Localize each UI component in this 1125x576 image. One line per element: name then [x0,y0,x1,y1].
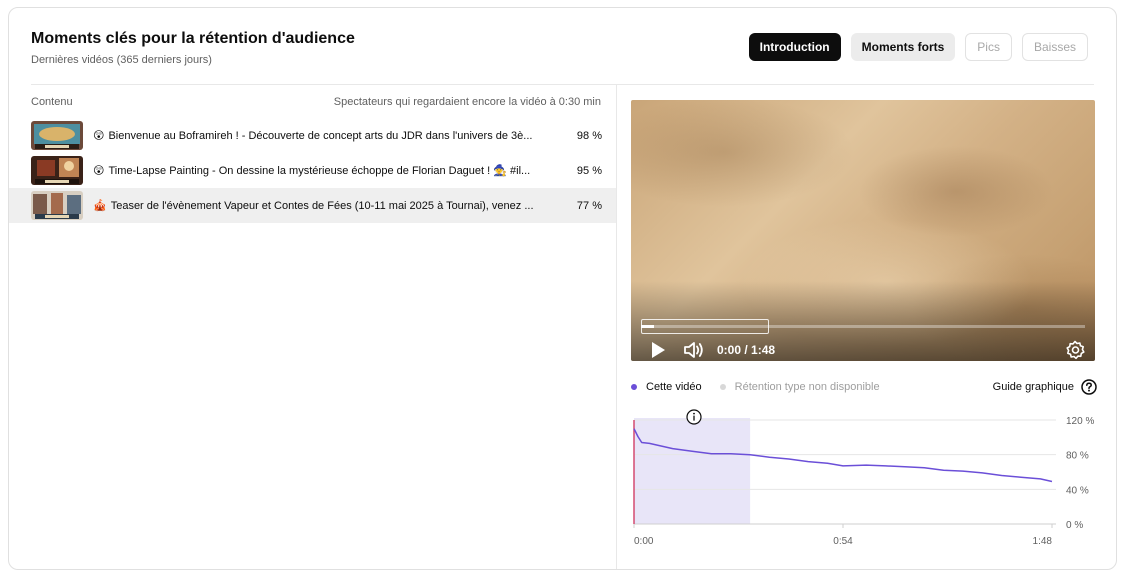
info-icon-dot [693,412,695,415]
retention-chart[interactable]: 120 % 80 % 40 % 0 % 0:00 0:54 1:48 [622,400,1102,550]
header-divider [31,84,1094,85]
play-icon[interactable] [649,341,667,359]
column-header-content: Contenu [31,96,73,108]
astonished-emoji-icon: 😲 [93,130,105,142]
video-list: 😲 Bienvenue au Boframireh ! - Découverte… [9,118,616,223]
chart-guide-link[interactable]: Guide graphique [993,379,1097,395]
video-row-selected[interactable]: 🎪 Teaser de l'évènement Vapeur et Contes… [9,188,616,223]
column-divider [616,85,617,569]
video-row[interactable]: 😲 Time-Lapse Painting - On dessine la my… [9,153,616,188]
card-title: Moments clés pour la rétention d'audienc… [31,30,355,47]
legend-label: Rétention type non disponible [734,381,880,393]
legend-dot [719,384,726,390]
list-header: Contenu Spectateurs qui regardaient enco… [31,96,601,108]
y-tick-label: 120 % [1066,416,1094,427]
retention-value: 98 % [576,129,602,142]
moment-tabs: Introduction Moments forts Pics Baisses [748,33,1088,61]
tab-pics: Pics [965,33,1012,61]
column-header-metric: Spectateurs qui regardaient encore la vi… [333,96,601,108]
chart-legend: Cette vidéo Rétention type non disponibl… [631,378,1097,396]
video-title: Teaser de l'évènement Vapeur et Contes d… [110,199,534,212]
tab-baisses: Baisses [1021,33,1088,61]
progress-hover-preview [641,319,769,334]
video-thumbnail [31,156,83,185]
retention-value: 95 % [576,164,602,177]
video-player[interactable]: 0:00 / 1:48 [631,100,1095,361]
tab-introduction[interactable]: Introduction [748,33,841,61]
video-thumbnail [31,121,83,150]
astonished-emoji-icon: 😲 [93,165,105,177]
video-thumbnail [31,191,83,220]
legend-label: Cette vidéo [646,381,702,393]
volume-icon[interactable] [683,340,705,360]
y-tick-label: 80 % [1066,451,1089,462]
video-title: Bienvenue au Boframireh ! - Découverte d… [108,129,533,142]
intro-highlight-region [634,418,751,524]
circus-tent-emoji-icon: 🎪 [93,200,107,212]
video-title: Time-Lapse Painting - On dessine la myst… [108,165,531,177]
tab-moments-forts[interactable]: Moments forts [850,33,956,61]
legend-dot [631,384,637,390]
x-tick-label: 1:48 [1033,536,1053,547]
video-row[interactable]: 😲 Bienvenue au Boframireh ! - Découverte… [9,118,616,153]
card-subtitle: Dernières vidéos (365 derniers jours) [31,54,212,66]
legend-this-video[interactable]: Cette vidéo [631,381,702,393]
chart-guide-label: Guide graphique [992,381,1074,393]
x-tick-label: 0:00 [634,536,654,547]
y-tick-label: 40 % [1066,485,1089,496]
retention-value: 77 % [576,199,602,212]
help-question-icon[interactable] [1081,379,1097,395]
time-display: 0:00 / 1:48 [717,343,776,357]
settings-gear-icon[interactable] [1065,340,1085,360]
x-tick-label: 0:54 [833,536,853,547]
y-tick-label: 0 % [1066,520,1083,531]
legend-typical-retention: Rétention type non disponible [719,381,880,393]
